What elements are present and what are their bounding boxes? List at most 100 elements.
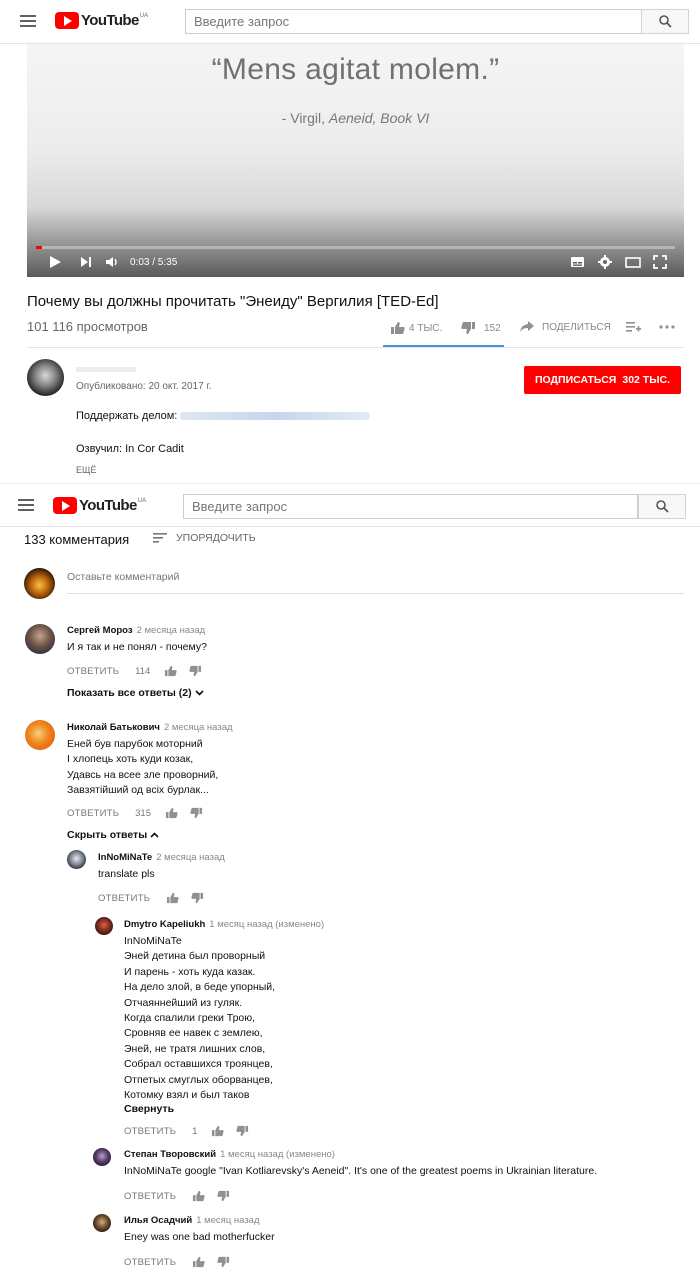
comment-avatar[interactable] [25, 720, 55, 750]
play-icon[interactable] [48, 255, 62, 269]
comment-text: И я так и не понял - почему? [67, 641, 207, 653]
like-button[interactable]: 4 ТЫС. [390, 321, 442, 335]
comment-time: 2 месяца назад [136, 625, 206, 636]
reply-actions: ОТВЕТИТЬ 1 [124, 1125, 261, 1137]
thumbs-down-icon[interactable] [190, 807, 203, 819]
reply-author[interactable]: Илья Осадчий 1 месяц назад [124, 1215, 260, 1226]
reply-author[interactable]: Степан Творовский 1 месяц назад (изменено… [124, 1149, 335, 1160]
support-link-redacted[interactable] [180, 412, 371, 421]
search-input[interactable]: Введите запрос [183, 494, 638, 519]
support-line: Поддержать делом: [76, 410, 371, 422]
support-label: Поддержать делом: [76, 410, 178, 422]
reply-button[interactable]: ОТВЕТИТЬ [124, 1257, 176, 1268]
subscriber-count: 302 ТЫС. [622, 374, 670, 386]
youtube-logo[interactable]: YouTube UA [55, 12, 148, 32]
dislike-button[interactable]: 152 [461, 321, 501, 335]
thumbs-up-icon[interactable] [211, 1125, 225, 1137]
settings-gear-icon[interactable] [598, 255, 612, 269]
show-more-button[interactable]: ЕЩЁ [76, 465, 96, 475]
video-quote: “Mens agitat molem.” [211, 53, 500, 86]
search-button[interactable] [638, 494, 686, 519]
reply-text: translate pls [98, 868, 155, 880]
comment-text: Еней був парубок моторний І хлопець хоть… [67, 738, 219, 797]
thumbs-up-icon [391, 322, 405, 334]
channel-avatar[interactable] [27, 359, 64, 396]
menu-icon[interactable] [20, 15, 36, 27]
chevron-up-icon [150, 832, 159, 838]
comment-count: 133 комментария [24, 532, 130, 547]
reply-time: 2 месяца назад [156, 852, 225, 863]
collapse-reply-button[interactable]: Свернуть [124, 1103, 174, 1115]
sort-label: УПОРЯДОЧИТЬ [176, 532, 256, 544]
reply-avatar[interactable] [93, 1214, 111, 1232]
comment-like-count: 114 [135, 665, 151, 677]
search-input[interactable]: Введите запрос [185, 9, 642, 34]
reply-actions: ОТВЕТИТЬ [124, 1190, 242, 1202]
show-replies-button[interactable]: Показать все ответы (2) [67, 687, 204, 699]
next-icon[interactable] [80, 255, 92, 269]
video-time: 0:03 / 5:35 [130, 257, 178, 268]
thumbs-down-icon[interactable] [191, 892, 204, 904]
thumbs-up-icon[interactable] [192, 1256, 205, 1268]
subscribe-button[interactable]: ПОДПИСАТЬСЯ 302 ТЫС. [524, 366, 681, 394]
reply-author[interactable]: Dmytro Kapeliukh 1 месяц назад (изменено) [124, 919, 324, 930]
logo-text: YouTube [79, 497, 137, 514]
view-count: 101 116 просмотров [27, 319, 148, 334]
volume-icon[interactable] [105, 255, 119, 269]
reply-avatar[interactable] [93, 1148, 111, 1166]
comment-time: 2 месяца назад [163, 722, 233, 733]
reply-button[interactable]: ОТВЕТИТЬ [124, 1126, 176, 1137]
reply-time: 1 месяц назад (изменено) [220, 1149, 335, 1160]
share-label: ПОДЕЛИТЬСЯ [542, 321, 611, 333]
thumbs-up-icon[interactable] [164, 665, 177, 677]
reply-avatar[interactable] [95, 917, 113, 935]
youtube-logo[interactable]: YouTube UA [53, 497, 146, 517]
thumbs-down-icon[interactable] [189, 665, 202, 677]
user-avatar [24, 568, 55, 599]
reply-text: InNoMiNaTe Эней детина был проворный И п… [124, 935, 276, 1102]
youtube-play-icon [53, 497, 77, 514]
reply-like-count: 1 [192, 1125, 198, 1137]
reply-time: 1 месяц назад (изменено) [209, 919, 325, 930]
add-to-playlist-icon[interactable] [626, 321, 641, 333]
thumbs-up-icon[interactable] [192, 1190, 205, 1202]
comment-input[interactable]: Оставьте комментарий [67, 571, 684, 594]
thumbs-down-icon[interactable] [236, 1125, 249, 1137]
reply-button[interactable]: ОТВЕТИТЬ [124, 1191, 176, 1202]
channel-name-redacted[interactable] [76, 367, 136, 372]
video-player[interactable]: “Mens agitat molem.” - Virgil, Aeneid, B… [27, 44, 684, 277]
sort-button[interactable]: УПОРЯДОЧИТЬ [153, 532, 256, 544]
reply-actions: ОТВЕТИТЬ [124, 1256, 242, 1268]
sort-icon [153, 533, 167, 543]
comment-actions: ОТВЕТИТЬ 114 [67, 665, 214, 677]
share-button[interactable]: ПОДЕЛИТЬСЯ [520, 321, 611, 333]
comment-avatar[interactable] [25, 624, 55, 654]
comment-author[interactable]: Сергей Мороз 2 месяца назад [67, 625, 205, 636]
comment-author[interactable]: Николай Батькович 2 месяца назад [67, 722, 233, 733]
menu-icon[interactable] [18, 499, 34, 511]
logo-text: YouTube [81, 12, 139, 29]
thumbs-down-icon[interactable] [217, 1256, 230, 1268]
thumbs-up-icon[interactable] [165, 807, 178, 819]
subtitles-icon[interactable] [570, 255, 585, 269]
progress-bar[interactable] [36, 246, 675, 249]
chevron-down-icon [194, 690, 204, 696]
reply-avatar[interactable] [67, 850, 86, 869]
theater-mode-icon[interactable] [625, 255, 641, 269]
reply-time: 1 месяц назад [196, 1215, 260, 1226]
reply-actions: ОТВЕТИТЬ [98, 892, 216, 904]
hide-replies-button[interactable]: Скрыть ответы [67, 829, 159, 841]
thumbs-down-icon[interactable] [217, 1190, 230, 1202]
search-icon [659, 15, 672, 28]
top-header-second: YouTube UA Введите запрос [0, 483, 700, 527]
more-actions-icon[interactable] [659, 324, 675, 330]
reply-button[interactable]: ОТВЕТИТЬ [67, 666, 119, 677]
thumbs-up-icon[interactable] [166, 892, 179, 904]
reply-author[interactable]: InNoMiNaTe 2 месяца назад [98, 852, 225, 863]
search-button[interactable] [641, 9, 689, 34]
fullscreen-icon[interactable] [653, 255, 667, 269]
reply-button[interactable]: ОТВЕТИТЬ [98, 893, 150, 904]
reply-button[interactable]: ОТВЕТИТЬ [67, 808, 119, 819]
dislike-count: 152 [484, 322, 501, 334]
reply-text: Eney was one bad motherfucker [124, 1231, 275, 1243]
